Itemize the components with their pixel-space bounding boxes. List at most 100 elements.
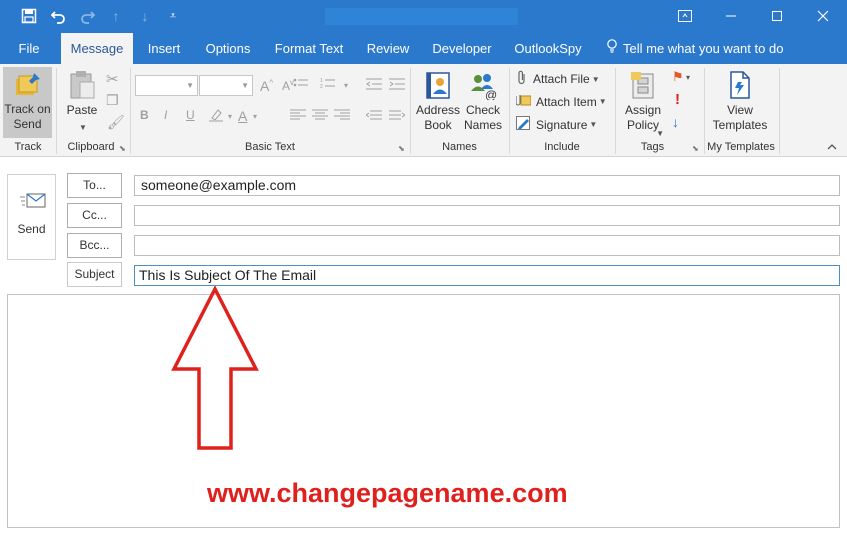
group-tags-label: Tags [640,141,665,153]
paste-icon [68,70,96,100]
rtl-icon[interactable] [365,109,382,124]
highlight-dropdown-icon[interactable]: ▾ [228,112,232,121]
track-pin-icon [14,71,42,99]
cc-field[interactable] [134,205,840,226]
bullets-icon[interactable] [293,77,309,94]
customize-qat-icon[interactable]: ⩡ [162,5,184,27]
send-envelope-icon [20,191,46,216]
font-size-dropdown-icon[interactable]: ▼ [241,81,249,90]
align-center-icon[interactable] [312,109,328,124]
annotation-arrow-icon [171,286,259,450]
assign-policy-icon [629,70,657,100]
font-size-combo[interactable]: ▼ [199,75,253,96]
font-color-dropdown-icon[interactable]: ▾ [253,112,257,121]
svg-text:2: 2 [320,84,323,90]
tab-message[interactable]: Message [61,33,133,64]
decrease-indent-icon[interactable] [366,77,382,94]
low-importance-icon[interactable]: ↓ [672,114,679,130]
italic-button[interactable]: I [164,108,167,122]
align-right-icon[interactable] [334,109,350,124]
font-name-combo[interactable]: ▼ [135,75,198,96]
view-templates-label: View Templates [712,103,768,132]
check-names-icon: @ [468,70,498,102]
paste-label: Paste [66,103,98,117]
basic-text-launcher-icon[interactable]: ⬊ [398,144,405,153]
attach-file-button[interactable]: Attach File ▼ [516,70,600,88]
close-icon[interactable] [800,0,846,31]
cc-button[interactable]: Cc... [67,203,122,228]
ribbon-display-options-icon[interactable] [662,0,708,31]
attach-file-dropdown-icon[interactable]: ▼ [592,75,600,84]
minimize-icon[interactable] [708,0,754,31]
attach-item-dropdown-icon[interactable]: ▼ [599,97,607,106]
ribbon-tab-bar: File Message Insert Options Format Text … [0,33,847,64]
tell-me-search[interactable]: Tell me what you want to do [606,33,783,64]
group-clipboard-label: Clipboard [67,141,115,153]
copy-icon[interactable]: ❐ [106,92,119,109]
to-field[interactable]: someone@example.com [134,175,840,196]
address-book-button[interactable]: Address Book [415,70,461,133]
increase-indent-icon[interactable] [389,77,405,94]
signature-icon [516,116,531,133]
undo-icon[interactable] [47,5,69,27]
redo-icon[interactable] [77,5,99,27]
view-templates-button[interactable]: View Templates [709,70,771,133]
attach-item-icon [515,93,532,110]
numbering-icon[interactable]: 12 [320,77,336,94]
bcc-field[interactable] [134,235,840,256]
tab-outlookspy[interactable]: OutlookSpy [510,33,586,64]
subject-field[interactable]: This Is Subject Of The Email [134,265,840,286]
send-label: Send [17,222,46,236]
font-color-icon[interactable]: A [238,108,247,124]
tab-developer[interactable]: Developer [428,33,496,64]
send-button[interactable]: Send [7,174,56,260]
format-painter-icon[interactable]: 🖌 [107,114,125,131]
check-names-label: Check Names [463,103,502,132]
cut-icon[interactable]: ✂ [106,70,119,88]
signature-dropdown-icon[interactable]: ▼ [589,120,597,129]
check-names-button[interactable]: @ Check Names [461,70,505,133]
bcc-button[interactable]: Bcc... [67,233,122,258]
list-dropdown-icon[interactable]: ▾ [344,81,348,90]
tab-insert[interactable]: Insert [140,33,188,64]
tab-review[interactable]: Review [362,33,414,64]
tab-format-text[interactable]: Format Text [268,33,350,64]
paste-button[interactable]: Paste ▼ [62,70,102,135]
highlight-icon[interactable] [208,108,224,125]
down-arrow-icon[interactable]: ↓ [134,5,156,27]
maximize-icon[interactable] [754,0,800,31]
watermark-text: www.changepagename.com [207,478,568,508]
ribbon: Track on Send Track Paste ▼ ✂ ❐ 🖌 Clipbo… [0,64,847,157]
collapse-ribbon-icon[interactable] [827,141,837,153]
assign-policy-dropdown-icon[interactable]: ▼ [656,126,664,141]
paste-dropdown-icon[interactable]: ▼ [64,120,102,135]
tags-launcher-icon[interactable]: ⬊ [692,144,699,153]
align-left-icon[interactable] [290,109,306,124]
up-arrow-icon[interactable]: ↑ [105,5,127,27]
grow-font-icon[interactable]: A^ [260,78,273,94]
signature-button[interactable]: Signature ▼ [516,116,597,133]
follow-up-dropdown-icon[interactable]: ▾ [686,73,690,82]
attach-item-label: Attach Item [536,94,597,109]
subject-label: Subject [67,262,122,287]
track-on-send-button[interactable]: Track on Send [3,67,52,138]
follow-up-flag-icon[interactable]: ⚑ [672,69,684,85]
clipboard-launcher-icon[interactable]: ⬊ [119,144,126,153]
save-icon[interactable] [18,5,40,27]
group-names-label: Names [442,141,477,153]
title-bar: ↑ ↓ ⩡ [0,0,847,33]
tab-options[interactable]: Options [200,33,256,64]
group-track-label: Track [14,141,42,153]
high-importance-icon[interactable]: ! [675,91,680,108]
font-dropdown-icon[interactable]: ▼ [186,81,194,90]
to-button[interactable]: To... [67,173,122,198]
address-book-label: Address Book [415,103,461,132]
underline-button[interactable]: U [186,108,195,122]
group-basic-text-label: Basic Text [245,141,295,153]
paperclip-icon [516,70,528,88]
tab-file[interactable]: File [10,33,48,64]
bold-button[interactable]: B [140,108,149,122]
assign-policy-button[interactable]: Assign Policy ▼ [620,70,666,138]
ltr-icon[interactable] [389,109,406,124]
attach-item-button[interactable]: Attach Item ▼ [515,93,607,110]
